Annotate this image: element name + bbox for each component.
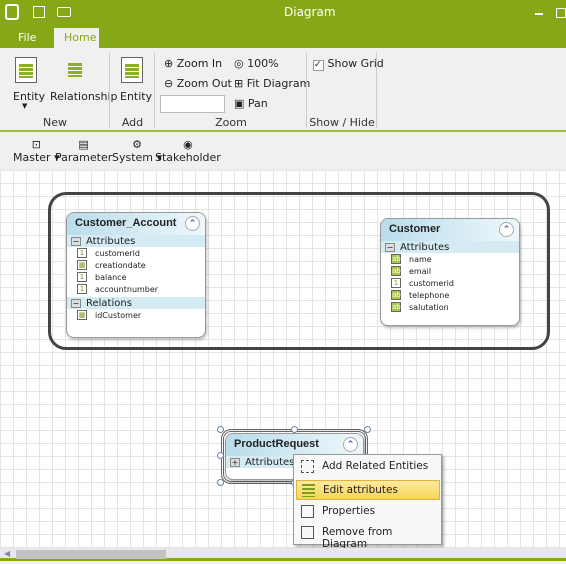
new-relationship-button[interactable]: Relationship — [50, 90, 118, 103]
attribute-row[interactable]: ab email — [381, 265, 519, 277]
collapse-icon[interactable]: ⌃ — [185, 216, 200, 231]
ribbon: Entity ▼ Relationship New Entity Add ⊕ Z… — [0, 48, 566, 132]
group-label-add: Add — [121, 116, 144, 129]
dropdown-arrow-icon[interactable]: ▼ — [22, 102, 27, 110]
attribute-row[interactable]: ▦ creationdate — [67, 259, 205, 271]
parameter-button[interactable]: ▤ Parameter — [55, 138, 112, 164]
collapse-section-icon[interactable]: − — [71, 236, 81, 246]
properties-icon — [301, 505, 314, 518]
text-type-icon: ab — [391, 302, 401, 312]
resize-handle[interactable] — [364, 426, 371, 433]
expand-section-icon[interactable]: + — [230, 457, 240, 467]
attribute-row[interactable]: 1 customerid — [381, 277, 519, 289]
entity-customer[interactable]: Customer ⌃ − Attributes ab name ab email 1 cu… — [380, 218, 520, 326]
list-icon — [302, 484, 315, 497]
resize-handle[interactable] — [217, 452, 224, 459]
text-type-icon: ab — [391, 290, 401, 300]
collapse-icon[interactable]: ⌃ — [343, 437, 358, 452]
entity-customer-account[interactable]: Customer_Account ⌃ − Attributes 1 customeri… — [66, 212, 206, 338]
new-entity-button[interactable]: Entity — [13, 90, 45, 103]
collapse-section-icon[interactable]: − — [71, 298, 81, 308]
user-icon: ◉ — [183, 138, 193, 151]
resize-handle[interactable] — [217, 426, 224, 433]
menu-item-properties[interactable]: Properties — [296, 502, 440, 522]
attributes-section[interactable]: − Attributes — [67, 235, 205, 247]
print-icon[interactable] — [57, 7, 71, 17]
menu-item-add-related-entities[interactable]: Add Related Entities — [296, 457, 440, 477]
zoom-in-button[interactable]: ⊕ Zoom In — [164, 57, 222, 70]
zoom-level-combo[interactable] — [160, 95, 225, 113]
text-type-icon: ab — [391, 266, 401, 276]
attribute-row[interactable]: 1 accountnumber — [67, 283, 205, 295]
maximize-icon[interactable] — [556, 8, 566, 18]
attribute-row[interactable]: ab salutation — [381, 301, 519, 313]
relationship-icon — [65, 57, 87, 83]
menu-item-edit-attributes[interactable]: Edit attributes — [296, 480, 440, 500]
window-title: Diagram — [284, 5, 336, 19]
save-icon[interactable] — [33, 6, 45, 18]
group-label-new: New — [43, 116, 67, 129]
stakeholder-button[interactable]: ◉ Stakeholder — [155, 138, 221, 164]
context-menu: Add Related Entities Edit attributes Pro… — [293, 454, 442, 550]
attribute-row[interactable]: 1 customerid — [67, 247, 205, 259]
category-toolbar: ⊡ Master ▾ ▤ Parameter ⚙ System ▾ ◉ Stakehol… — [0, 134, 566, 170]
add-entity-icon — [121, 57, 143, 83]
collapse-icon[interactable]: ⌃ — [499, 222, 514, 237]
zoom-100-button[interactable]: ◎ 100% — [234, 57, 279, 70]
remove-icon — [301, 526, 314, 539]
zoom-out-button[interactable]: ⊖ Zoom Out — [164, 77, 232, 90]
number-type-icon: 1 — [77, 248, 87, 258]
relation-icon: ▦ — [77, 310, 87, 320]
ribbon-tabs: File Home — [0, 26, 566, 48]
resize-handle[interactable] — [217, 479, 224, 486]
attribute-row[interactable]: 1 balance — [67, 271, 205, 283]
fit-diagram-icon: ⊞ — [234, 77, 244, 90]
briefcase-icon: ⊡ — [31, 138, 41, 151]
attribute-row[interactable]: ab name — [381, 253, 519, 265]
zoom-out-icon: ⊖ — [164, 77, 174, 90]
group-label-show-hide: Show / Hide — [309, 116, 375, 129]
tab-home[interactable]: Home — [54, 28, 99, 48]
number-type-icon: 1 — [77, 272, 87, 282]
pan-icon: ▣ — [234, 97, 245, 110]
fit-diagram-button[interactable]: ⊞ Fit Diagram — [234, 77, 310, 90]
title-bar: Diagram — [0, 0, 566, 26]
zoom-in-icon: ⊕ — [164, 57, 174, 70]
attribute-row[interactable]: ab telephone — [381, 289, 519, 301]
scroll-left-icon[interactable]: ◀ — [4, 549, 10, 558]
attributes-section[interactable]: − Attributes — [381, 241, 519, 253]
number-type-icon: 1 — [391, 278, 401, 288]
minimize-icon[interactable] — [535, 13, 543, 15]
pan-button[interactable]: ▣ Pan — [234, 97, 268, 110]
zoom-100-icon: ◎ — [234, 57, 244, 70]
entity-title: Customer_Account — [75, 217, 177, 229]
entity-title: ProductRequest — [234, 438, 319, 450]
master-button[interactable]: ⊡ Master ▾ — [13, 138, 60, 164]
app-logo-icon — [5, 4, 19, 20]
resize-handle[interactable] — [291, 426, 298, 433]
text-type-icon: ab — [391, 254, 401, 264]
tab-file[interactable]: File — [8, 28, 46, 48]
scrollbar-thumb[interactable] — [16, 550, 166, 559]
menu-item-remove-from-diagram[interactable]: Remove from Diagram — [296, 523, 440, 550]
entity-icon — [15, 57, 37, 83]
related-entities-icon — [301, 460, 314, 473]
checkbox-icon: ✓ — [313, 60, 324, 71]
relations-section[interactable]: − Relations — [67, 297, 205, 309]
number-type-icon: 1 — [77, 284, 87, 294]
date-type-icon: ▦ — [77, 260, 87, 270]
table-icon: ▤ — [78, 138, 89, 151]
show-grid-checkbox[interactable]: ✓ Show Grid — [313, 57, 384, 71]
add-entity-button[interactable]: Entity — [120, 90, 152, 103]
collapse-section-icon[interactable]: − — [385, 242, 395, 252]
horizontal-scrollbar[interactable]: ◀ — [0, 548, 566, 561]
group-label-zoom: Zoom — [215, 116, 247, 129]
entity-title: Customer — [389, 223, 441, 235]
relation-row[interactable]: ▦ idCustomer — [67, 309, 205, 321]
